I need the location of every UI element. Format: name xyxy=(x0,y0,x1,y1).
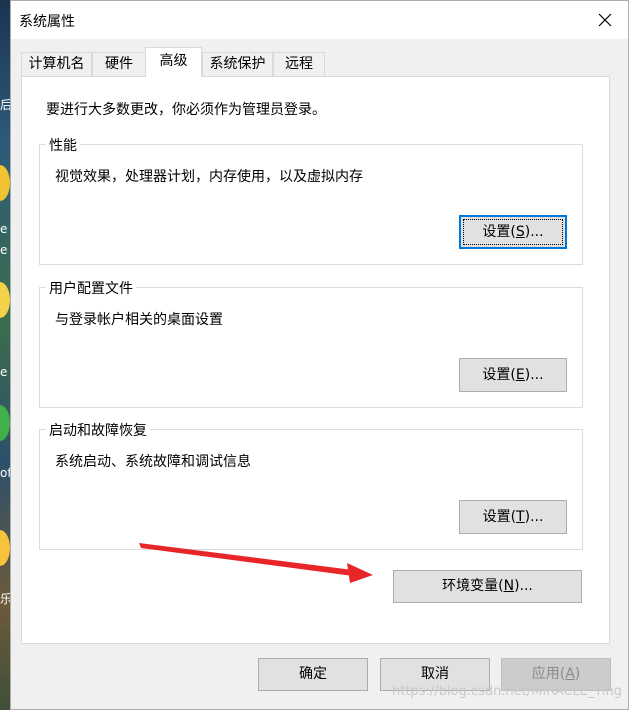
button-label: 设置( xyxy=(482,509,517,525)
desktop-icon-label: 乐 xyxy=(0,592,10,606)
desktop-background: 后 e e e of 乐 xyxy=(0,0,10,710)
group-title: 性能 xyxy=(46,135,80,155)
user-profiles-group: 用户配置文件 与登录帐户相关的桌面设置 设置(E)... xyxy=(39,278,583,408)
desktop-app-icon[interactable] xyxy=(0,165,10,201)
close-icon xyxy=(598,13,612,27)
title-bar[interactable]: 系统属性 xyxy=(11,1,628,39)
button-label-suffix: )... xyxy=(514,578,533,594)
tab-computer-name[interactable]: 计算机名 xyxy=(21,52,92,76)
button-label: 设置( xyxy=(482,224,516,240)
button-label-suffix: )... xyxy=(524,367,544,383)
button-label: 设置( xyxy=(482,367,516,383)
accelerator-key: A xyxy=(565,666,575,682)
button-label-suffix: )... xyxy=(524,224,544,240)
button-label-suffix: )... xyxy=(524,509,544,525)
system-properties-dialog: 系统属性 计算机名 硬件 高级 系统保护 远程 要进行大多数更改，你必须作为管理… xyxy=(10,0,629,710)
button-label: 应用( xyxy=(531,666,566,682)
desktop-app-icon[interactable] xyxy=(0,530,10,566)
admin-note: 要进行大多数更改，你必须作为管理员登录。 xyxy=(46,102,326,118)
performance-group: 性能 视觉效果，处理器计划，内存使用，以及虚拟内存 设置(S)... xyxy=(39,135,583,265)
startup-recovery-settings-button[interactable]: 设置(T)... xyxy=(459,500,567,534)
desktop-icon-label: e xyxy=(0,243,8,257)
button-label-suffix: ) xyxy=(574,666,581,682)
close-button[interactable] xyxy=(582,1,628,39)
group-description: 与登录帐户相关的桌面设置 xyxy=(55,312,223,328)
tab-system-protection[interactable]: 系统保护 xyxy=(202,52,273,76)
desktop-icon-label: e xyxy=(0,222,8,236)
group-title: 启动和故障恢复 xyxy=(46,420,150,440)
tab-hardware[interactable]: 硬件 xyxy=(92,52,146,76)
group-description: 视觉效果，处理器计划，内存使用，以及虚拟内存 xyxy=(55,169,363,185)
ok-button[interactable]: 确定 xyxy=(258,658,368,691)
advanced-tab-panel: 要进行大多数更改，你必须作为管理员登录。 性能 视觉效果，处理器计划，内存使用，… xyxy=(21,76,610,644)
desktop-app-icon[interactable] xyxy=(0,282,10,318)
performance-settings-button[interactable]: 设置(S)... xyxy=(459,215,567,249)
window-title: 系统属性 xyxy=(19,14,75,30)
desktop-icon-label: 后 xyxy=(0,98,10,112)
tab-advanced[interactable]: 高级 xyxy=(145,47,202,77)
desktop-icon-label: of xyxy=(0,466,10,480)
user-profiles-settings-button[interactable]: 设置(E)... xyxy=(459,358,567,392)
accelerator-key: S xyxy=(515,224,525,240)
tab-remote[interactable]: 远程 xyxy=(273,52,325,76)
group-title: 用户配置文件 xyxy=(46,278,136,298)
desktop-app-icon[interactable] xyxy=(0,405,10,441)
accelerator-key: E xyxy=(515,367,525,383)
button-label: 环境变量( xyxy=(442,578,504,594)
desktop-icon-label: e xyxy=(0,365,8,379)
accelerator-key: T xyxy=(516,509,525,525)
watermark: https://blog.csdn.net/MIRACLE_Ying xyxy=(392,684,622,699)
accelerator-key: N xyxy=(503,578,515,594)
environment-variables-button[interactable]: 环境变量(N)... xyxy=(393,570,582,603)
group-description: 系统启动、系统故障和调试信息 xyxy=(55,454,251,470)
startup-recovery-group: 启动和故障恢复 系统启动、系统故障和调试信息 设置(T)... xyxy=(39,420,583,550)
